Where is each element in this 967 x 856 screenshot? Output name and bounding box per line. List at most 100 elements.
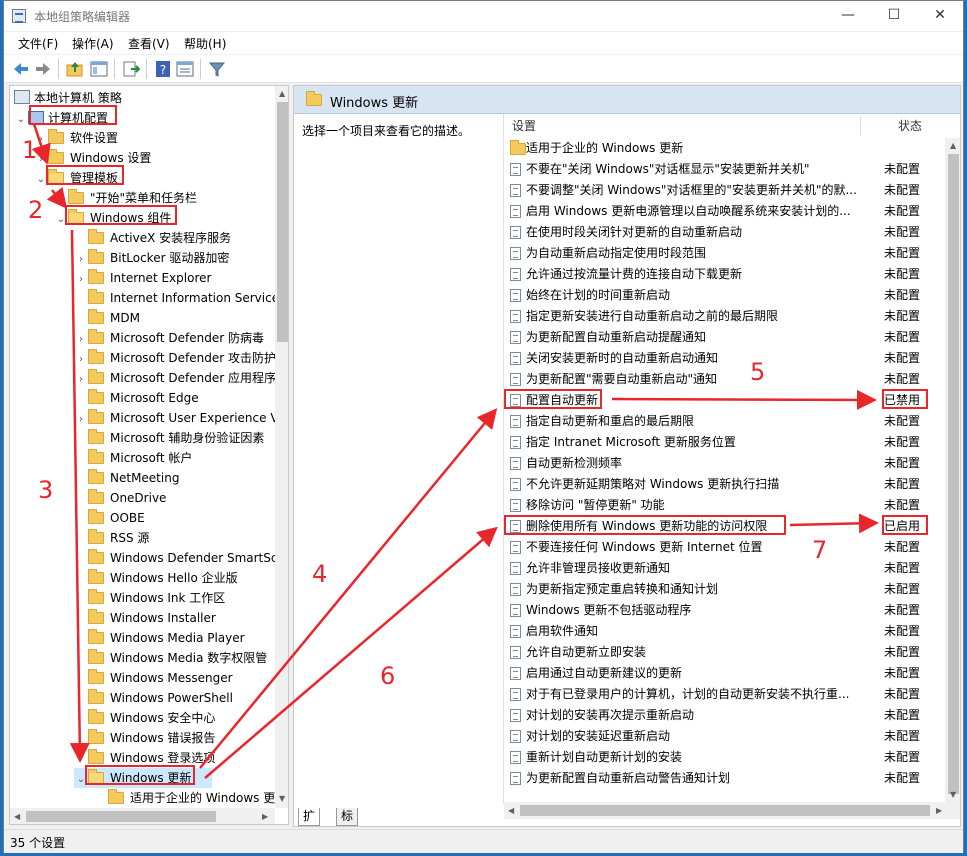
policy-row[interactable]: 始终在计划的时间重新启动 未配置: [504, 285, 944, 306]
tree-item[interactable]: Microsoft Edge: [74, 388, 199, 408]
policy-row[interactable]: 指定 Intranet Microsoft 更新服务位置 未配置: [504, 432, 944, 453]
close-button[interactable]: ✕: [917, 1, 963, 31]
policy-row[interactable]: 不要连接任何 Windows 更新 Internet 位置 未配置: [504, 537, 944, 558]
tree-item[interactable]: › Microsoft Defender 防病毒: [74, 328, 264, 348]
tree-item[interactable]: Windows 安全中心: [74, 708, 215, 728]
scroll-thumb[interactable]: [948, 154, 959, 794]
column-state[interactable]: 状态: [898, 114, 922, 138]
tree-item[interactable]: › Internet Explorer: [74, 268, 211, 288]
scroll-thumb[interactable]: [277, 102, 288, 342]
policy-row[interactable]: 移除访问 "暂停更新" 功能 未配置: [504, 495, 944, 516]
maximize-button[interactable]: ☐: [871, 1, 917, 31]
tree-item[interactable]: Windows Defender SmartSc: [74, 548, 277, 568]
menu-file[interactable]: 文件(F): [18, 35, 58, 52]
scroll-thumb[interactable]: [520, 805, 930, 816]
policy-row[interactable]: 允许自动更新立即安装 未配置: [504, 642, 944, 663]
column-setting[interactable]: 设置: [512, 114, 536, 138]
tree-item[interactable]: OneDrive: [74, 488, 166, 508]
help-icon[interactable]: ?: [154, 60, 172, 78]
back-arrow-icon[interactable]: [12, 60, 30, 78]
scroll-right-icon[interactable]: ▶: [936, 806, 942, 815]
tree-item[interactable]: RSS 源: [74, 528, 149, 548]
tree-item[interactable]: Windows PowerShell: [74, 688, 233, 708]
policy-row[interactable]: 指定自动更新和重启的最后期限 未配置: [504, 411, 944, 432]
tree-item[interactable]: Windows Media Player: [74, 628, 245, 648]
folder-up-icon[interactable]: [66, 60, 84, 78]
tree-item[interactable]: Microsoft 辅助身份验证因素: [74, 428, 264, 448]
tab-extended[interactable]: 扩展: [298, 808, 321, 826]
list-item-folder[interactable]: 适用于企业的 Windows 更新: [504, 138, 944, 159]
expand-chevron-icon[interactable]: ›: [74, 250, 88, 270]
tree-enterprise-update[interactable]: 适用于企业的 Windows 更新: [94, 788, 287, 808]
scroll-right-icon[interactable]: ▶: [262, 812, 268, 821]
policy-row[interactable]: 自动更新检测频率 未配置: [504, 453, 944, 474]
policy-row[interactable]: 允许非管理员接收更新通知 未配置: [504, 558, 944, 579]
forward-arrow-icon[interactable]: [34, 60, 52, 78]
policy-row[interactable]: 为自动重新启动指定使用时段范围 未配置: [504, 243, 944, 264]
expand-chevron-icon[interactable]: ›: [74, 330, 88, 350]
minimize-button[interactable]: —: [825, 1, 871, 31]
tree-item[interactable]: OOBE: [74, 508, 145, 528]
policy-row[interactable]: 启用 Windows 更新电源管理以自动唤醒系统来安装计划的... 未配置: [504, 201, 944, 222]
list-vertical-scrollbar[interactable]: ▲ ▼: [945, 138, 960, 802]
policy-row[interactable]: 指定更新安装进行自动重新启动之前的最后期限 未配置: [504, 306, 944, 327]
policy-row[interactable]: 为更新配置自动重新启动提醒通知 未配置: [504, 327, 944, 348]
collapse-chevron-icon[interactable]: ⌄: [14, 110, 28, 130]
scroll-left-icon[interactable]: ◀: [14, 812, 20, 821]
tree-software-settings[interactable]: › 软件设置: [34, 128, 118, 148]
filter-icon[interactable]: [208, 60, 226, 78]
policy-row[interactable]: 不允许更新延期策略对 Windows 更新执行扫描 未配置: [504, 474, 944, 495]
policy-row[interactable]: 重新计划自动更新计划的安装 未配置: [504, 747, 944, 768]
policy-row[interactable]: 对于有已登录用户的计算机，计划的自动更新安装不执行重... 未配置: [504, 684, 944, 705]
expand-chevron-icon[interactable]: ›: [74, 350, 88, 370]
policy-row[interactable]: 不要调整"关闭 Windows"对话框里的"安装更新并关机"的默... 未配置: [504, 180, 944, 201]
policy-row[interactable]: 允许通过按流量计费的连接自动下载更新 未配置: [504, 264, 944, 285]
tree-item[interactable]: › Microsoft Defender 应用程序: [74, 368, 276, 388]
tree-item[interactable]: Microsoft 帐户: [74, 448, 192, 468]
tree-item[interactable]: Windows Hello 企业版: [74, 568, 238, 588]
menu-view[interactable]: 查看(V): [128, 35, 170, 52]
scroll-down-icon[interactable]: ▼: [950, 790, 956, 799]
policy-row[interactable]: 在使用时段关闭针对更新的自动重新启动 未配置: [504, 222, 944, 243]
tree-item[interactable]: Internet Information Service: [74, 288, 279, 308]
expand-chevron-icon[interactable]: ›: [74, 370, 88, 390]
expand-chevron-icon[interactable]: ›: [74, 410, 88, 430]
tree-item[interactable]: ActiveX 安装程序服务: [74, 228, 231, 248]
scroll-up-icon[interactable]: ▲: [279, 89, 285, 98]
tree-horizontal-scrollbar[interactable]: ◀ ▶: [10, 808, 275, 824]
policy-row[interactable]: Windows 更新不包括驱动程序 未配置: [504, 600, 944, 621]
expand-chevron-icon[interactable]: ›: [74, 270, 88, 290]
scroll-down-icon[interactable]: ▼: [279, 794, 285, 803]
tree-item[interactable]: Windows Media 数字权限管: [74, 648, 267, 668]
policy-row[interactable]: 关闭安装更新时的自动重新启动通知 未配置: [504, 348, 944, 369]
policy-row[interactable]: 对计划的安装再次提示重新启动 未配置: [504, 705, 944, 726]
scroll-left-icon[interactable]: ◀: [508, 806, 514, 815]
policy-row[interactable]: 对计划的安装延迟重新启动 未配置: [504, 726, 944, 747]
tree-item[interactable]: Windows Messenger: [74, 668, 233, 688]
list-horizontal-scrollbar[interactable]: ◀ ▶: [504, 802, 960, 819]
tree-item[interactable]: NetMeeting: [74, 468, 179, 488]
policy-row[interactable]: 为更新配置自动重新启动警告通知计划 未配置: [504, 768, 944, 789]
policy-row[interactable]: 启用通过自动更新建议的更新 未配置: [504, 663, 944, 684]
tree-vertical-scrollbar[interactable]: ▲ ▼: [275, 86, 288, 808]
tree-item[interactable]: Windows 错误报告: [74, 728, 215, 748]
tree-item[interactable]: › Microsoft User Experience V: [74, 408, 279, 428]
policy-row[interactable]: 为更新配置"需要自动重新启动"通知 未配置: [504, 369, 944, 390]
tree-item[interactable]: MDM: [74, 308, 140, 328]
menu-action[interactable]: 操作(A): [72, 35, 114, 52]
tree-item[interactable]: Windows Ink 工作区: [74, 588, 225, 608]
tree-item[interactable]: › Microsoft Defender 攻击防护: [74, 348, 276, 368]
menu-help[interactable]: 帮助(H): [184, 35, 226, 52]
scroll-thumb[interactable]: [26, 811, 216, 822]
policy-row[interactable]: 不要在"关闭 Windows"对话框显示"安装更新并关机" 未配置: [504, 159, 944, 180]
policy-row[interactable]: 为更新指定预定重启转换和通知计划 未配置: [504, 579, 944, 600]
tree-item[interactable]: Windows Installer: [74, 608, 216, 628]
tree-item[interactable]: › BitLocker 驱动器加密: [74, 248, 229, 268]
properties-icon[interactable]: [176, 60, 194, 78]
column-divider[interactable]: [860, 116, 861, 136]
policy-row[interactable]: 启用软件通知 未配置: [504, 621, 944, 642]
export-list-icon[interactable]: [122, 60, 140, 78]
tab-standard[interactable]: 标准: [336, 808, 359, 826]
scroll-up-icon[interactable]: ▲: [950, 141, 956, 150]
show-hide-tree-icon[interactable]: [90, 60, 108, 78]
